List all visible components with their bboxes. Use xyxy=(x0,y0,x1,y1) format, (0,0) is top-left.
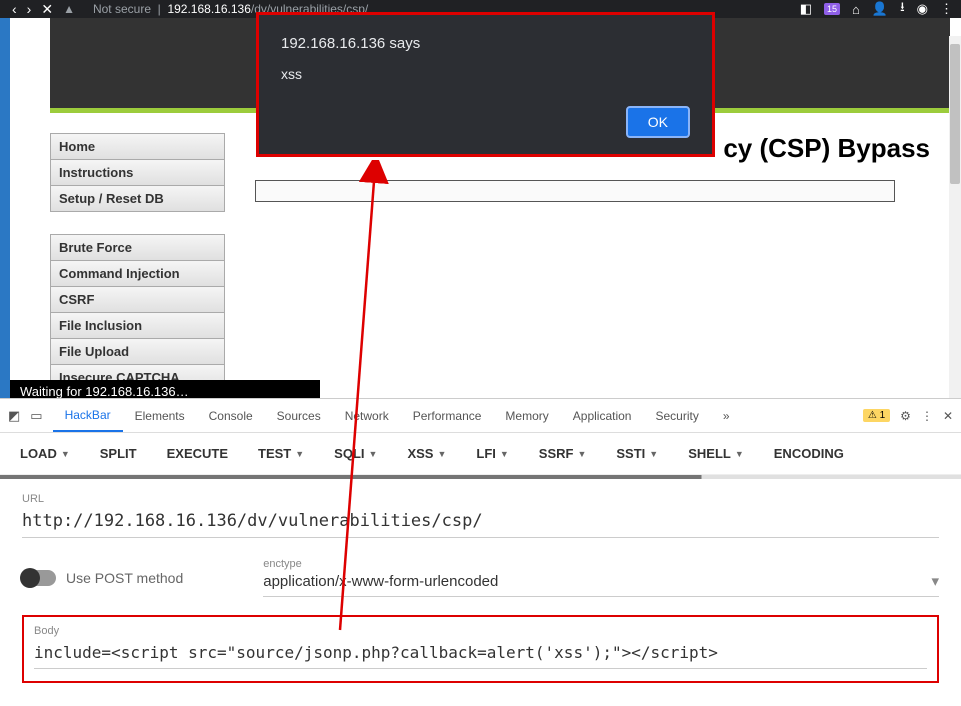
back-icon[interactable]: ‹ xyxy=(12,1,17,17)
sidebar-group-main: Home Instructions Setup / Reset DB xyxy=(50,133,225,212)
download-icon[interactable]: ⭳ xyxy=(900,0,905,20)
enctype-select[interactable]: application/x-www-form-urlencoded ▾ xyxy=(263,572,939,597)
chevron-down-icon: ▾ xyxy=(931,572,939,590)
url-input[interactable] xyxy=(22,507,939,538)
csp-input-box[interactable] xyxy=(255,180,895,202)
insecure-icon: ▲ xyxy=(63,2,75,16)
tab-network[interactable]: Network xyxy=(333,399,401,432)
sidebar-item-fileinc[interactable]: File Inclusion xyxy=(50,313,225,339)
home-icon[interactable]: ⌂ xyxy=(852,2,860,17)
body-highlight-frame: Body xyxy=(22,615,939,683)
main-column: cy (CSP) Bypass xyxy=(255,133,950,398)
chrome-right-icons: ◧ 15 ⌂ 👤 ⭳ ◉ ⋮ xyxy=(800,0,953,20)
scrollbar-vertical[interactable] xyxy=(949,36,961,398)
tab-memory[interactable]: Memory xyxy=(493,399,560,432)
chevron-down-icon: ▼ xyxy=(500,449,509,459)
alert-highlight-frame: 192.168.16.136 says xss OK xyxy=(256,12,715,157)
sidebar-item-csrf[interactable]: CSRF xyxy=(50,287,225,313)
window-icon[interactable]: ◧ xyxy=(800,1,812,17)
inspect-icon[interactable]: ◩ xyxy=(8,408,20,424)
device-icon[interactable]: ▭ xyxy=(30,408,42,424)
chevron-down-icon: ▼ xyxy=(61,449,70,459)
chevron-down-icon: ▼ xyxy=(577,449,586,459)
hb-execute[interactable]: EXECUTE xyxy=(167,446,228,461)
hb-load[interactable]: LOAD▼ xyxy=(20,446,70,461)
enctype-label: enctype xyxy=(263,558,939,570)
gear-icon[interactable]: ⚙ xyxy=(900,409,911,423)
chevron-down-icon: ▼ xyxy=(295,449,304,459)
devtools-panel: ◩ ▭ HackBar Elements Console Sources Net… xyxy=(0,398,961,706)
not-secure-label: Not secure xyxy=(93,2,151,16)
sidebar: Home Instructions Setup / Reset DB Brute… xyxy=(50,133,225,398)
forward-icon[interactable]: › xyxy=(27,1,32,17)
shield-icon[interactable]: ◉ xyxy=(917,1,928,17)
sidebar-item-setup[interactable]: Setup / Reset DB xyxy=(50,186,225,212)
hb-split[interactable]: SPLIT xyxy=(100,446,137,461)
chevron-down-icon: ▼ xyxy=(649,449,658,459)
post-toggle-wrap[interactable]: Use POST method xyxy=(22,558,183,597)
body-label: Body xyxy=(34,625,927,637)
tab-security[interactable]: Security xyxy=(643,399,710,432)
close-icon[interactable]: ✕ xyxy=(41,1,53,18)
issues-badge[interactable]: ⚠ 1 xyxy=(863,409,890,422)
alert-ok-button[interactable]: OK xyxy=(626,106,690,138)
sidebar-item-instructions[interactable]: Instructions xyxy=(50,160,225,186)
sidebar-item-cmdinj[interactable]: Command Injection xyxy=(50,261,225,287)
sidebar-item-home[interactable]: Home xyxy=(50,133,225,160)
alert-title: 192.168.16.136 says xyxy=(281,35,690,52)
tab-application[interactable]: Application xyxy=(561,399,644,432)
hb-encoding[interactable]: ENCODING xyxy=(774,446,844,461)
user-icon[interactable]: 👤 xyxy=(872,1,888,17)
js-alert-dialog: 192.168.16.136 says xss OK xyxy=(259,15,712,154)
tab-elements[interactable]: Elements xyxy=(123,399,197,432)
post-label: Use POST method xyxy=(66,570,183,586)
devtools-close-icon[interactable]: ✕ xyxy=(943,409,953,423)
alert-message: xss xyxy=(281,66,690,82)
tab-console[interactable]: Console xyxy=(197,399,265,432)
hb-xss[interactable]: XSS▼ xyxy=(407,446,446,461)
hackbar-toolbar: LOAD▼ SPLIT EXECUTE TEST▼ SQLI▼ XSS▼ LFI… xyxy=(0,433,961,475)
tab-more[interactable]: » xyxy=(711,399,742,432)
devtools-tabs: ◩ ▭ HackBar Elements Console Sources Net… xyxy=(0,399,961,433)
kebab-icon[interactable]: ⋮ xyxy=(921,409,933,423)
enctype-value: application/x-www-form-urlencoded xyxy=(263,573,498,590)
body-input[interactable] xyxy=(34,639,927,669)
tab-hackbar[interactable]: HackBar xyxy=(53,399,123,432)
url-label: URL xyxy=(22,493,939,505)
hb-test[interactable]: TEST▼ xyxy=(258,446,304,461)
tab-performance[interactable]: Performance xyxy=(401,399,494,432)
scrollbar-thumb[interactable] xyxy=(950,44,960,184)
tab-sources[interactable]: Sources xyxy=(265,399,333,432)
hb-lfi[interactable]: LFI▼ xyxy=(476,446,508,461)
sidebar-item-fileup[interactable]: File Upload xyxy=(50,339,225,365)
hb-shell[interactable]: SHELL▼ xyxy=(688,446,744,461)
chevron-down-icon: ▼ xyxy=(735,449,744,459)
hb-ssti[interactable]: SSTI▼ xyxy=(616,446,658,461)
extension-badge[interactable]: 15 xyxy=(824,3,840,15)
hb-ssrf[interactable]: SSRF▼ xyxy=(539,446,587,461)
sidebar-item-bruteforce[interactable]: Brute Force xyxy=(50,234,225,261)
chevron-down-icon: ▼ xyxy=(369,449,378,459)
chevron-down-icon: ▼ xyxy=(437,449,446,459)
hackbar-form: URL Use POST method enctype application/… xyxy=(0,479,961,697)
post-toggle[interactable] xyxy=(22,570,56,586)
menu-icon[interactable]: ⋮ xyxy=(940,1,953,17)
sidebar-group-vulns: Brute Force Command Injection CSRF File … xyxy=(50,234,225,391)
hb-sqli[interactable]: SQLI▼ xyxy=(334,446,377,461)
